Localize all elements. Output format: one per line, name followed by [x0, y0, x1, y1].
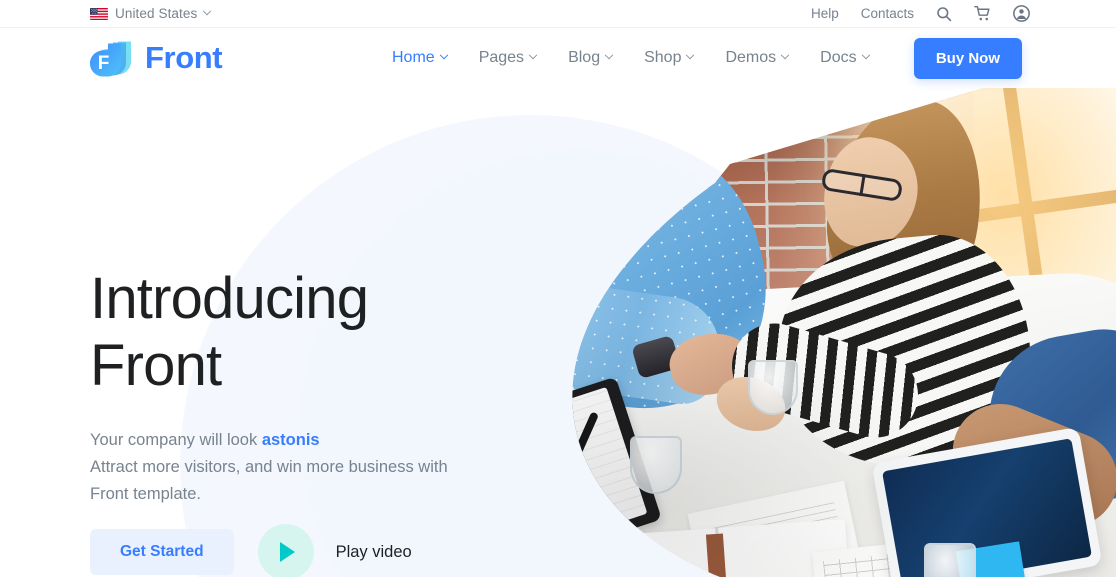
chevron-down-icon — [861, 50, 870, 60]
front-logo-icon: F — [90, 35, 134, 81]
nav-item-label: Pages — [478, 49, 525, 66]
page-root: United States Help Contacts F Front Home… — [0, 0, 1116, 577]
chevron-down-icon — [780, 50, 790, 60]
nav-item-home[interactable]: Home — [392, 49, 463, 67]
top-link-contacts[interactable]: Contacts — [861, 6, 914, 21]
play-video-label: Play video — [335, 542, 412, 561]
us-flag-icon — [90, 7, 108, 20]
nav-item-pages[interactable]: Pages — [463, 49, 552, 67]
hero-subtitle: Your company will look astonis Attract m… — [90, 427, 470, 508]
top-bar: United States Help Contacts — [0, 0, 1116, 28]
hero-title-line2: Front — [90, 333, 222, 399]
nav-item-shop[interactable]: Shop — [628, 49, 709, 67]
site-header: F Front Home Pages Blog Shop Demos Docs … — [0, 28, 1116, 88]
get-started-button[interactable]: Get Started — [90, 529, 234, 575]
country-label: United States — [115, 6, 198, 21]
hero-copy: Introducing Front Your company will look… — [90, 265, 470, 508]
brand-logo-link[interactable]: F Front — [90, 35, 223, 81]
chevron-down-icon — [604, 50, 614, 60]
chevron-down-icon — [203, 6, 212, 15]
chevron-down-icon — [528, 50, 538, 60]
nav-item-label: Home — [392, 49, 435, 66]
nav-item-label: Blog — [568, 49, 601, 66]
shopping-cart-icon[interactable] — [974, 5, 991, 22]
top-link-help[interactable]: Help — [811, 6, 839, 21]
play-video-button[interactable]: Play video — [257, 524, 412, 577]
page-title: Introducing Front — [90, 265, 470, 400]
play-circle — [257, 524, 314, 577]
user-account-icon[interactable] — [1013, 5, 1030, 22]
play-triangle-icon — [280, 542, 296, 562]
hero-subtitle-highlight: astonis — [261, 430, 320, 449]
hero-title-line1: Introducing — [90, 266, 369, 331]
nav-item-label: Demos — [725, 49, 777, 66]
nav-item-demos[interactable]: Demos — [709, 49, 804, 67]
chevron-down-icon — [439, 50, 448, 60]
top-bar-right: Help Contacts — [811, 5, 1030, 22]
hero-subtitle-prefix: Your company will look — [90, 430, 262, 449]
hero-cta-row: Get Started Play video — [90, 524, 412, 577]
hero-subtitle-rest: Attract more visitors, and win more busi… — [90, 457, 448, 503]
buy-now-button[interactable]: Buy Now — [913, 37, 1022, 79]
brand-name: Front — [145, 40, 223, 75]
nav-item-label: Docs — [820, 49, 857, 66]
chevron-down-icon — [686, 50, 695, 60]
svg-text:F: F — [98, 53, 110, 74]
country-selector[interactable]: United States — [90, 6, 212, 21]
nav-item-blog[interactable]: Blog — [552, 49, 628, 67]
main-nav: Home Pages Blog Shop Demos Docs — [392, 49, 885, 67]
nav-item-label: Shop — [644, 49, 682, 66]
search-icon[interactable] — [936, 6, 952, 22]
nav-item-docs[interactable]: Docs — [804, 49, 884, 67]
